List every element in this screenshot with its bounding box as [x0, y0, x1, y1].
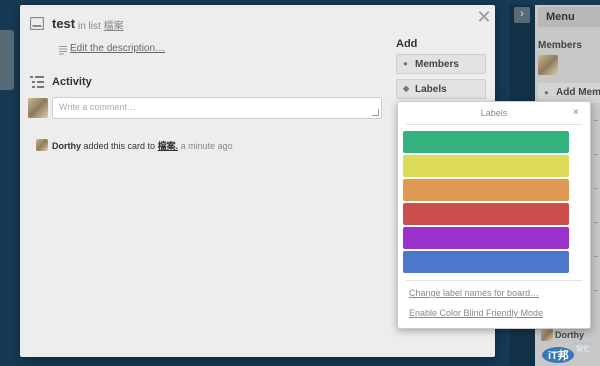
menu-button[interactable]: Menu: [538, 7, 600, 27]
in-list-prefix: in list: [78, 21, 101, 32]
close-icon[interactable]: ×: [573, 107, 579, 118]
label-swatch-orange[interactable]: [403, 179, 569, 201]
add-section-title: Add: [396, 38, 418, 50]
activity-title: Activity: [52, 76, 92, 88]
labels-button[interactable]: ◆ Labels: [396, 79, 486, 99]
tag-icon: ◆: [403, 84, 410, 93]
sidebar-activity-user: Dorthy: [555, 330, 584, 340]
label-swatch-green[interactable]: [403, 131, 569, 153]
comment-placeholder: Write a comment…: [59, 102, 136, 112]
divider: [406, 280, 582, 281]
label-swatch-blue[interactable]: [403, 251, 569, 273]
chevron-right-icon[interactable]: ›: [514, 7, 530, 23]
card-icon: [30, 17, 44, 30]
card-list-info: in list 檔案: [78, 17, 124, 32]
activity-action: added this card to: [83, 141, 156, 151]
members-button[interactable]: ● Members: [396, 54, 486, 74]
change-label-names-link[interactable]: Change label names for board…: [409, 288, 539, 298]
activity-user[interactable]: Dorthy: [52, 141, 81, 151]
close-icon[interactable]: ✕: [475, 9, 493, 27]
avatar: [36, 139, 48, 151]
label-swatch-purple[interactable]: [403, 227, 569, 249]
labels-popover: Labels × Change label names for board… E…: [397, 101, 591, 329]
avatar: [28, 98, 48, 118]
popover-title: Labels: [480, 108, 508, 118]
sidebar-activity-dividers: [594, 120, 598, 320]
edit-description-link[interactable]: Edit the description…: [70, 43, 165, 54]
members-label: Members: [415, 59, 459, 70]
activity-icon: [30, 76, 44, 88]
add-member-button[interactable]: ● Add Mem: [538, 83, 600, 103]
svg-text:iT邦: iT邦: [548, 348, 569, 362]
label-swatch-red[interactable]: [403, 203, 569, 225]
resize-handle[interactable]: [372, 109, 379, 116]
comment-input[interactable]: Write a comment…: [52, 97, 382, 119]
activity-time[interactable]: a minute ago: [181, 141, 233, 151]
add-member-label: Add Mem: [556, 87, 600, 98]
sidebar-members-title: Members: [538, 40, 582, 51]
card-title[interactable]: test: [52, 16, 75, 31]
svg-text:幫忙: 幫忙: [576, 344, 590, 353]
description-icon: [59, 46, 67, 55]
list-link[interactable]: 檔案: [104, 21, 124, 32]
labels-label: Labels: [415, 84, 447, 95]
color-blind-mode-link[interactable]: Enable Color Blind Friendly Mode: [409, 308, 543, 318]
person-icon: ●: [403, 59, 408, 68]
divider: [406, 124, 582, 125]
menu-label: Menu: [546, 11, 575, 23]
person-icon: ●: [544, 88, 549, 97]
activity-list-link[interactable]: 檔案.: [158, 141, 179, 151]
ithome-watermark-logo: iT邦 幫忙: [542, 342, 590, 363]
label-swatch-yellow[interactable]: [403, 155, 569, 177]
activity-entry: Dorthy added this card to 檔案. a minute a…: [52, 139, 233, 152]
avatar[interactable]: [538, 55, 558, 75]
